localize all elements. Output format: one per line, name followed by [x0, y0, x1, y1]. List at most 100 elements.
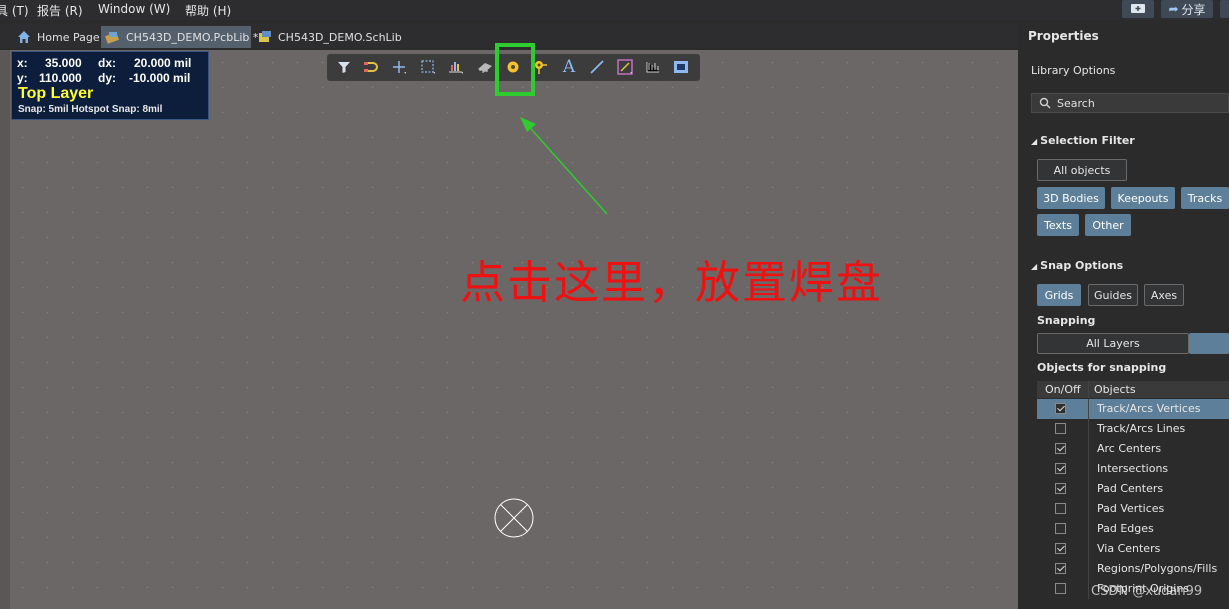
- chart-button[interactable]: [445, 56, 467, 78]
- place-region-button[interactable]: [614, 56, 636, 78]
- table-row[interactable]: Arc Centers: [1037, 439, 1229, 459]
- snap-checkbox[interactable]: [1055, 563, 1066, 574]
- snapping-all-layers-button[interactable]: All Layers: [1037, 333, 1189, 354]
- user-button[interactable]: [1220, 0, 1229, 18]
- component-button[interactable]: [474, 56, 496, 78]
- table-row[interactable]: Via Centers: [1037, 539, 1229, 559]
- snap-grids-button[interactable]: Grids: [1037, 284, 1081, 306]
- table-row[interactable]: Pad Vertices: [1037, 499, 1229, 519]
- hud-x-label: x:: [17, 56, 28, 70]
- tab-home-page[interactable]: Home Page: [12, 26, 100, 48]
- place-component-button[interactable]: [388, 56, 410, 78]
- tab-label: CH543D_DEMO.PcbLib *: [126, 30, 259, 44]
- comment-icon: [1131, 4, 1145, 13]
- snap-checkbox[interactable]: [1055, 583, 1066, 594]
- column-separator: [1088, 381, 1089, 398]
- col-onoff-header: On/Off: [1045, 383, 1081, 396]
- snap-guides-button[interactable]: Guides: [1088, 284, 1138, 306]
- table-header: On/Off Objects: [1037, 381, 1229, 398]
- filter-button[interactable]: [333, 56, 355, 78]
- col-objects-header: Objects: [1094, 383, 1136, 396]
- snap-object-label: Track/Arcs Vertices: [1097, 402, 1201, 415]
- column-separator: [1088, 419, 1089, 439]
- filter-keepouts-button[interactable]: Keepouts: [1111, 187, 1175, 209]
- snap-checkbox[interactable]: [1055, 443, 1066, 454]
- snap-object-label: Pad Vertices: [1097, 502, 1165, 515]
- table-row[interactable]: Track/Arcs Vertices: [1037, 399, 1229, 419]
- snap-checkbox[interactable]: [1055, 403, 1066, 414]
- column-separator: [1088, 479, 1089, 499]
- hud-dx-label: dx:: [98, 56, 116, 70]
- properties-title: Properties: [1028, 29, 1099, 43]
- place-region-icon: [617, 59, 633, 75]
- hud-snap-info: Snap: 5mil Hotspot Snap: 8mil: [18, 104, 163, 115]
- filter-texts-button[interactable]: Texts: [1037, 214, 1079, 236]
- search-input[interactable]: [1057, 96, 1207, 110]
- menu-reports[interactable]: 报告 (R): [37, 2, 83, 19]
- share-label: 分享: [1181, 2, 1206, 17]
- snap-object-label: Via Centers: [1097, 542, 1161, 555]
- table-row[interactable]: Intersections: [1037, 459, 1229, 479]
- tab-pcblib[interactable]: CH543D_DEMO.PcbLib *: [101, 26, 258, 48]
- snap-checkbox[interactable]: [1055, 523, 1066, 534]
- filter-other-button[interactable]: Other: [1085, 214, 1131, 236]
- snapping-current-layer-button[interactable]: [1189, 333, 1229, 354]
- snap-object-label: Pad Edges: [1097, 522, 1154, 535]
- place-component-icon: [393, 61, 406, 74]
- interactive-route-button[interactable]: [360, 56, 382, 78]
- snap-object-label: Pad Centers: [1097, 482, 1164, 495]
- column-separator: [1088, 539, 1089, 559]
- place-via-icon: [535, 61, 547, 74]
- snapping-label: Snapping: [1037, 314, 1096, 327]
- all-objects-button[interactable]: All objects: [1037, 159, 1127, 181]
- column-separator: [1088, 459, 1089, 479]
- hud-y-value: 110.000: [39, 71, 82, 85]
- table-row[interactable]: Pad Centers: [1037, 479, 1229, 499]
- snap-checkbox[interactable]: [1055, 543, 1066, 554]
- column-separator: [1088, 399, 1089, 419]
- select-rect-button[interactable]: [417, 56, 439, 78]
- menu-help[interactable]: 帮助 (H): [185, 2, 231, 19]
- place-text-button[interactable]: A: [558, 56, 580, 78]
- annotation-text: 点击这里，放置焊盘: [460, 256, 884, 309]
- snap-checkbox[interactable]: [1055, 483, 1066, 494]
- watermark-text: CSDN @xudan99: [1091, 584, 1203, 599]
- table-row[interactable]: Track/Arcs Lines: [1037, 419, 1229, 439]
- objects-for-snapping-label: Objects for snapping: [1037, 361, 1167, 374]
- hud-layer-name: Top Layer: [18, 85, 94, 102]
- hud-dy-label: dy:: [98, 71, 116, 85]
- column-separator: [1088, 579, 1089, 599]
- dimension-button[interactable]: [642, 56, 664, 78]
- layer-button[interactable]: [670, 56, 692, 78]
- snap-checkbox[interactable]: [1055, 463, 1066, 474]
- share-button[interactable]: ➦ 分享: [1161, 0, 1213, 18]
- snap-object-label: Track/Arcs Lines: [1097, 422, 1186, 435]
- table-row[interactable]: Pad Edges: [1037, 519, 1229, 539]
- coordinate-hud: x: 35.000 dx: 20.000 mil y: 110.000 dy: …: [11, 51, 209, 120]
- collapse-arrow-icon: ◢: [1031, 262, 1038, 271]
- snap-object-label: Intersections: [1097, 462, 1169, 475]
- snap-checkbox[interactable]: [1055, 503, 1066, 514]
- comment-button[interactable]: [1122, 0, 1154, 18]
- filter-3d-bodies-button[interactable]: 3D Bodies: [1037, 187, 1105, 209]
- filter-tracks-button[interactable]: Tracks: [1181, 187, 1229, 209]
- origin-marker-icon: [494, 498, 534, 538]
- place-line-button[interactable]: [586, 56, 608, 78]
- selection-filter-heading[interactable]: ◢ Selection Filter: [1031, 134, 1135, 147]
- snap-axes-button[interactable]: Axes: [1144, 284, 1184, 306]
- snap-options-label: Snap Options: [1040, 259, 1124, 272]
- tab-schlib[interactable]: CH543D_DEMO.SchLib: [253, 26, 402, 48]
- table-row[interactable]: Regions/Polygons/Fills: [1037, 559, 1229, 579]
- library-options-label: Library Options: [1031, 64, 1116, 77]
- column-separator: [1088, 499, 1089, 519]
- menu-tools[interactable]: 具 (T): [0, 2, 29, 19]
- properties-panel: Properties Library Options ◢Selection Fi…: [1022, 24, 1229, 609]
- pad-tool-highlight-box: [495, 43, 535, 96]
- place-line-icon: [590, 60, 604, 74]
- snap-checkbox[interactable]: [1055, 423, 1066, 434]
- snap-options-heading[interactable]: ◢ Snap Options: [1031, 259, 1123, 272]
- hud-dx-value: 20.000 mil: [134, 56, 192, 70]
- home-icon: [16, 29, 32, 45]
- search-box: [1031, 93, 1229, 113]
- menu-window[interactable]: Window (W): [98, 2, 170, 16]
